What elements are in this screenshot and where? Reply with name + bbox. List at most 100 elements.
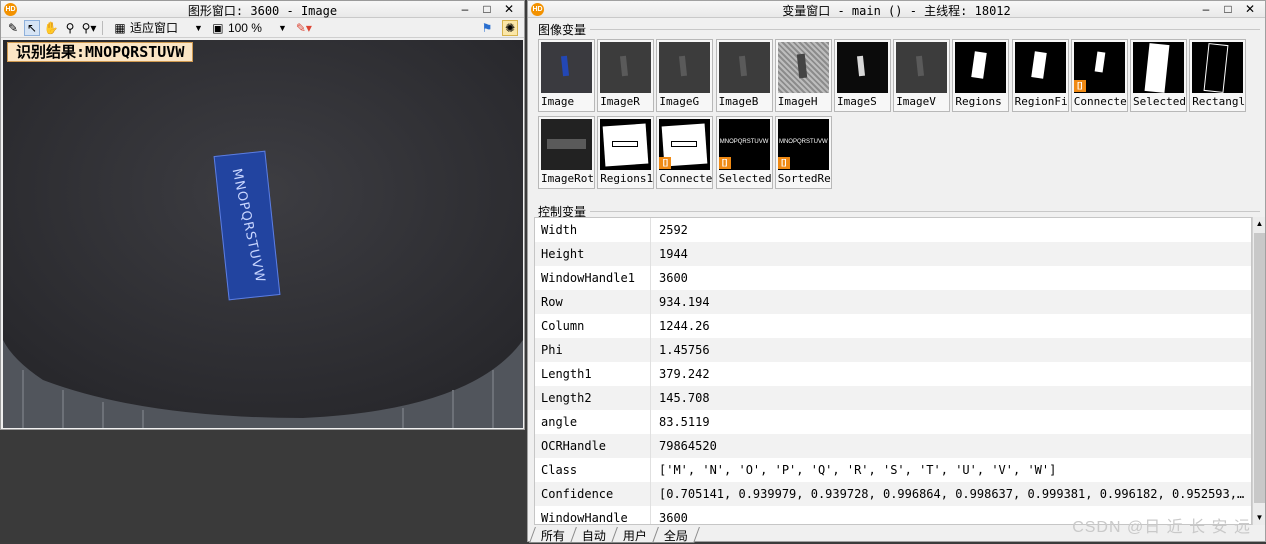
image-var-imagerot[interactable]: ImageRot (538, 116, 595, 189)
control-var-name: Phi (535, 338, 651, 362)
control-var-row[interactable]: Length2 145.708 (535, 386, 1251, 410)
image-var-connecte[interactable]: [] Connecte (656, 116, 714, 189)
zoom-dropdown-icon[interactable]: ⚲▾ (81, 20, 97, 36)
image-var-regions[interactable]: Regions (952, 39, 1010, 112)
control-var-row[interactable]: Confidence [0.705141, 0.939979, 0.939728,… (535, 482, 1251, 506)
image-var-label: ImageV (896, 95, 936, 108)
control-var-value: 2592 (659, 223, 688, 237)
tuple-tag-icon: [] (1073, 80, 1086, 92)
image-var-imager[interactable]: ImageR (597, 39, 655, 112)
control-var-value: 1944 (659, 247, 688, 261)
image-var-image[interactable]: Image (538, 39, 595, 112)
hand-icon[interactable]: ✋ (43, 20, 59, 36)
image-var-thumbnail (600, 119, 652, 170)
image-var-thumbnail (896, 42, 948, 93)
image-var-thumbnail (659, 42, 711, 93)
image-var-thumbnail (600, 42, 652, 93)
zoom-percent-label: 100 % (227, 20, 262, 35)
control-var-row[interactable]: Width 2592 (535, 218, 1251, 242)
control-var-row[interactable]: Class ['M', 'N', 'O', 'P', 'Q', 'R', 'S',… (535, 458, 1251, 482)
minimize-button[interactable]: – (454, 1, 476, 17)
control-var-row[interactable]: Column 1244.26 (535, 314, 1251, 338)
control-var-name: WindowHandle (535, 506, 651, 524)
tab-label: 用户 (622, 529, 647, 543)
zoom-percent-select[interactable]: ▣ 100 % ▼ (210, 20, 287, 36)
image-var-label: SortedRe (777, 172, 831, 185)
image-var-thumbnail (718, 42, 770, 93)
tuple-tag-icon: [] (718, 157, 731, 169)
control-var-name: Class (535, 458, 651, 482)
image-var-imagev[interactable]: ImageV (893, 39, 951, 112)
zoom-percent-icon: ▣ (212, 20, 224, 35)
control-var-name: Height (535, 242, 651, 266)
graphics-toolbar: ✎ ↖ ✋ ⚲ ⚲▾ ▦ 适应窗口 ▼ ▣ 100 % ▼ ✎▾ ⚑ ✺ (1, 18, 524, 38)
pointer-icon[interactable]: ↖ (24, 19, 40, 36)
close-button[interactable]: ✕ (498, 1, 520, 17)
control-var-name: WindowHandle1 (535, 266, 651, 290)
control-var-row[interactable]: Height 1944 (535, 242, 1251, 266)
zoom-mode-select[interactable]: ▦ 适应窗口 ▼ (112, 19, 203, 36)
variable-window: HD 变量窗口 - main () - 主线程: 18012 – □ ✕ 图像变… (527, 0, 1266, 543)
image-var-rectangl[interactable]: Rectangl (1189, 39, 1247, 112)
image-var-imageg[interactable]: ImageG (656, 39, 714, 112)
watermark: CSDN @日 近 长 安 远 (1072, 519, 1251, 536)
control-variables-scrollbar[interactable]: ▲ ▼ (1252, 217, 1265, 525)
image-var-label: Connecte (1073, 95, 1127, 108)
image-var-label: Selected (718, 172, 772, 185)
image-variables-header: 图像变量 (538, 21, 591, 38)
image-canvas[interactable]: MNOPQRSTUVW 识别结果:MNOPQRSTUVW (3, 40, 523, 428)
control-var-row[interactable]: Row 934.194 (535, 290, 1251, 314)
image-var-regions1[interactable]: Regions1 (597, 116, 655, 189)
fit-window-icon: ▦ (114, 20, 126, 35)
maximize-button[interactable]: □ (476, 1, 498, 17)
scroll-up-icon[interactable]: ▲ (1253, 217, 1266, 231)
control-var-name: Length1 (535, 362, 651, 386)
control-var-row[interactable]: Phi 1.45756 (535, 338, 1251, 362)
control-var-value: 79864520 (659, 439, 717, 453)
variable-tabs: 所有 自动 用户 全局 (529, 527, 700, 543)
control-var-value: 83.5119 (659, 415, 710, 429)
graphics-window-titlebar[interactable]: HD 图形窗口: 3600 - Image – □ ✕ (1, 1, 524, 18)
control-var-row[interactable]: Length1 379.242 (535, 362, 1251, 386)
tuple-tag-icon: [] (659, 157, 672, 169)
magnifier-icon[interactable]: ⚲ (62, 20, 78, 36)
maximize-button[interactable]: □ (1217, 1, 1239, 17)
graphics-window-title: 图形窗口: 3600 - Image (187, 4, 338, 18)
control-var-row[interactable]: OCRHandle 79864520 (535, 434, 1251, 458)
image-var-label: Connecte (659, 172, 713, 185)
control-var-name: Confidence (535, 482, 651, 506)
control-var-name: angle (535, 410, 651, 434)
scroll-down-icon[interactable]: ▼ (1253, 511, 1266, 525)
tab-label: 所有 (540, 529, 565, 543)
image-var-thumbnail (837, 42, 888, 93)
image-var-thumbnail (541, 42, 592, 93)
chevron-down-icon: ▼ (277, 22, 287, 33)
image-var-thumbnail (1133, 42, 1184, 93)
tab-全局[interactable]: 全局 (652, 527, 700, 543)
close-button[interactable]: ✕ (1239, 1, 1261, 17)
control-var-name: OCRHandle (535, 434, 651, 458)
image-var-label: ImageG (659, 95, 700, 108)
control-var-value: 145.708 (659, 391, 710, 405)
image-var-selected[interactable]: MNOPQRSTUVW[] Selected (715, 116, 773, 189)
pin-icon[interactable]: ⚑ (479, 20, 495, 36)
image-var-connecte[interactable]: [] Connecte (1070, 39, 1128, 112)
control-var-row[interactable]: WindowHandle1 3600 (535, 266, 1251, 290)
settings-icon[interactable]: ✺ (502, 19, 518, 36)
image-var-selected[interactable]: Selected (1130, 39, 1187, 112)
variable-window-titlebar[interactable]: HD 变量窗口 - main () - 主线程: 18012 – □ ✕ (528, 1, 1265, 18)
image-var-sortedre[interactable]: MNOPQRSTUVW[] SortedRe (774, 116, 832, 189)
pencil-icon[interactable]: ✎ (5, 20, 21, 36)
image-var-imageh[interactable]: ImageH (774, 39, 832, 112)
color-palette-icon[interactable]: ✎▾ (296, 20, 312, 36)
image-var-imageb[interactable]: ImageB (715, 39, 773, 112)
image-var-label: ImageB (718, 95, 759, 108)
image-var-images[interactable]: ImageS (834, 39, 891, 112)
scrollbar-thumb[interactable] (1254, 233, 1265, 503)
control-var-name: Column (535, 314, 651, 338)
control-var-name: Width (535, 218, 651, 242)
control-var-row[interactable]: angle 83.5119 (535, 410, 1251, 434)
desktop-background (0, 430, 525, 542)
image-var-regionfi[interactable]: RegionFi (1011, 39, 1069, 112)
minimize-button[interactable]: – (1195, 1, 1217, 17)
